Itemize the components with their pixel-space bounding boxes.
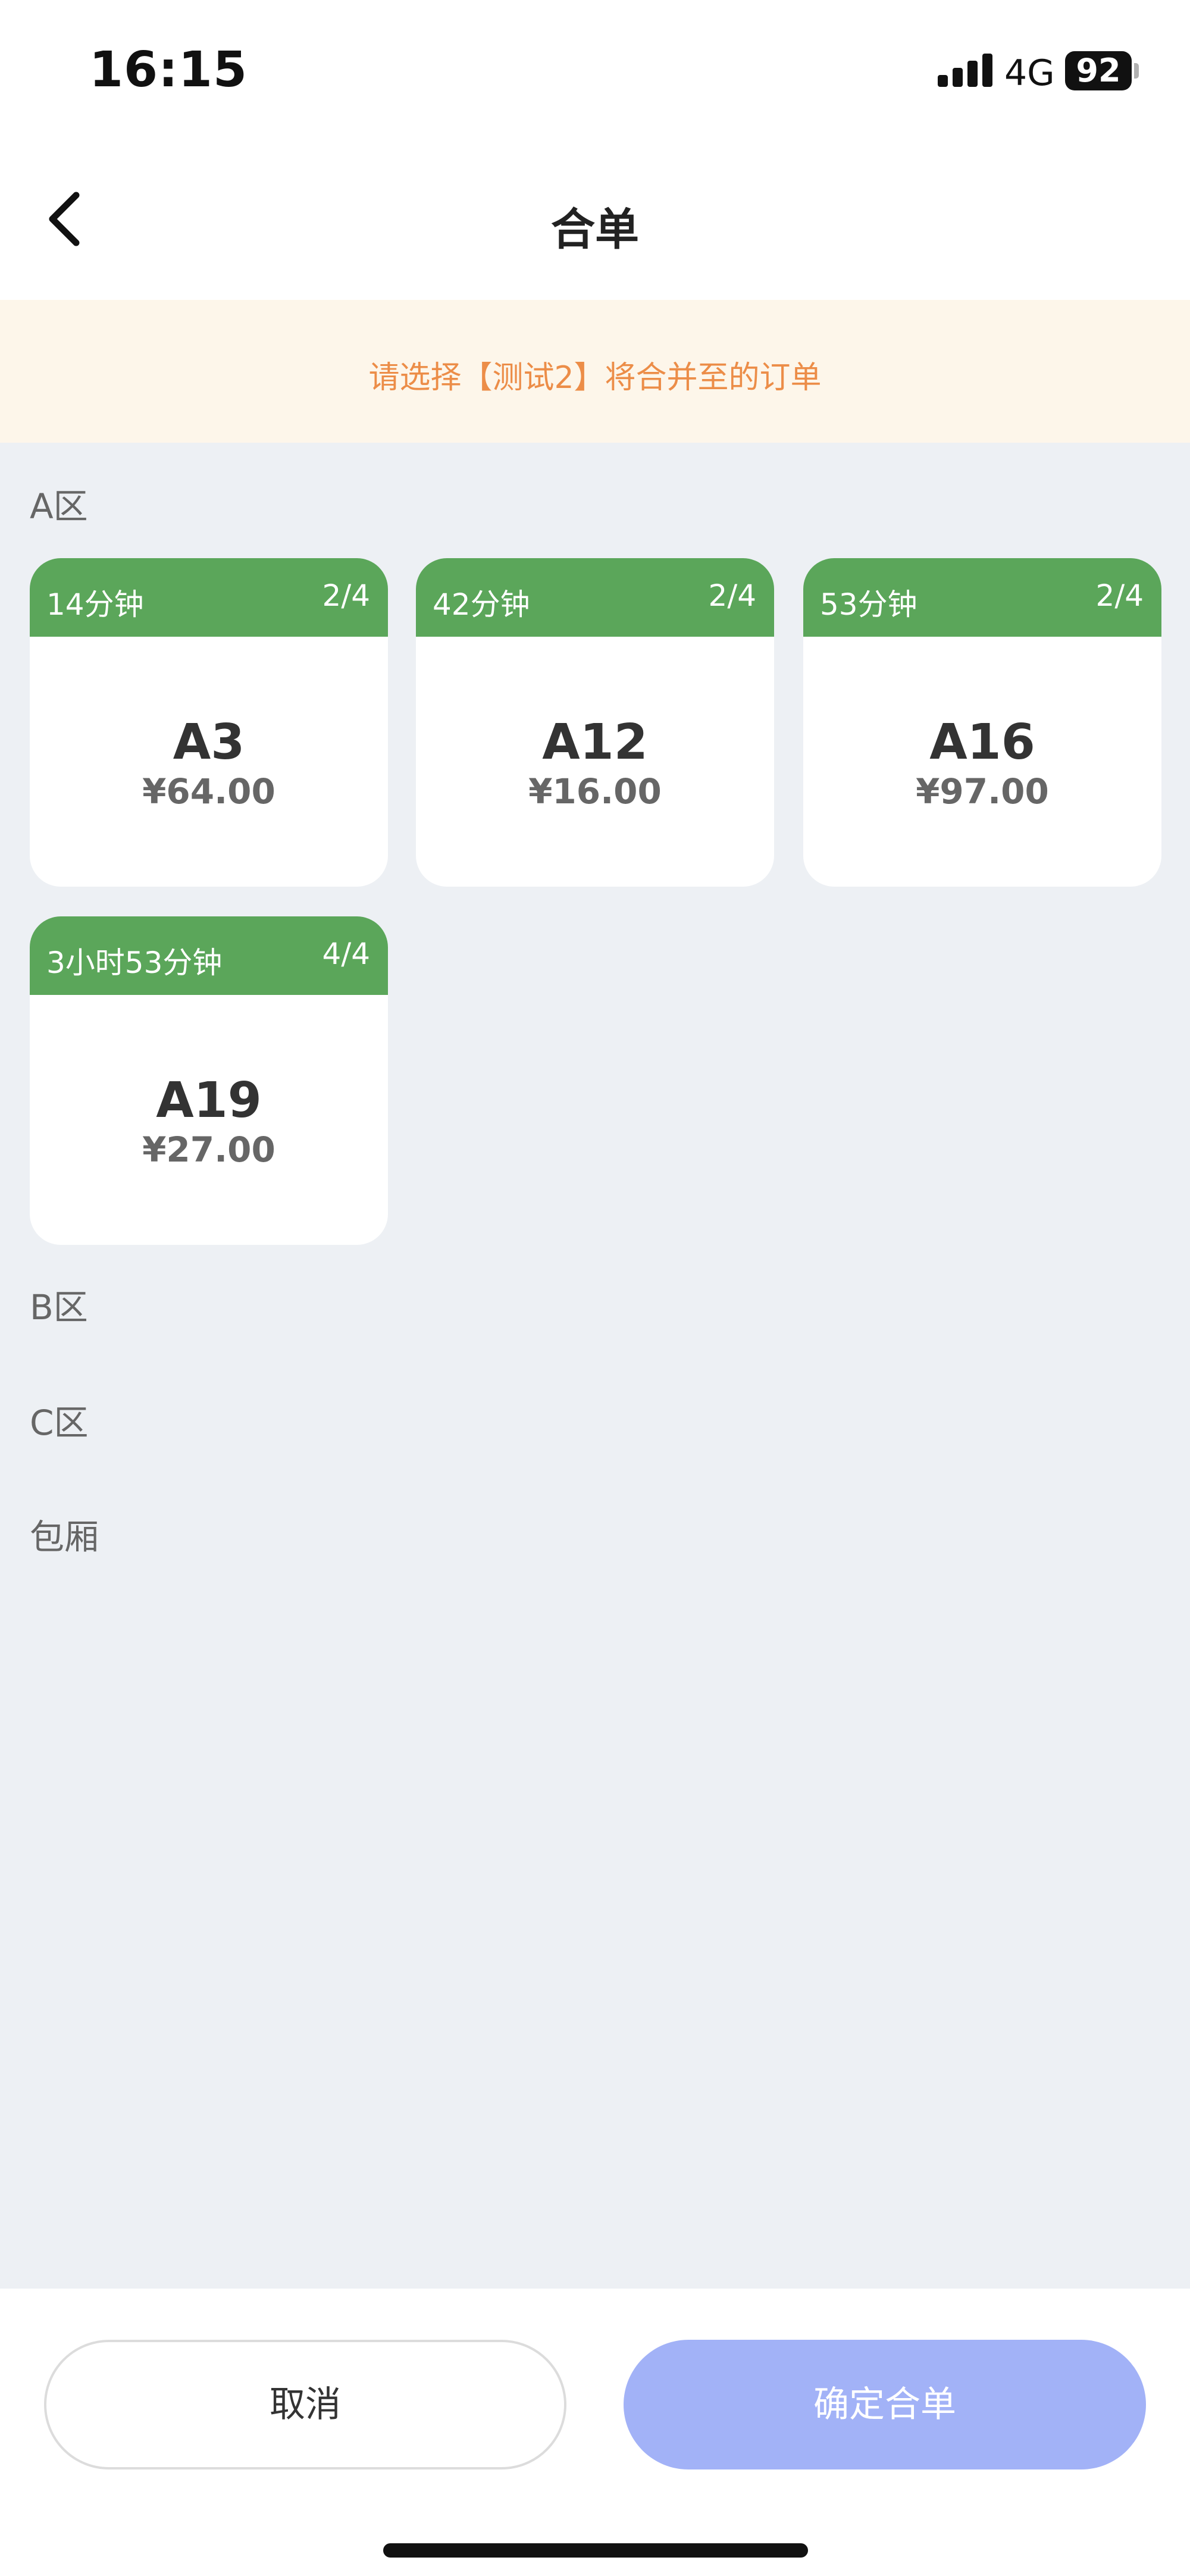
home-indicator (383, 2543, 808, 2558)
table-card-a3[interactable]: 14分钟 2/4 A3 ¥64.00 (30, 558, 388, 887)
card-price: ¥27.00 (142, 1129, 275, 1170)
card-table-name: A3 (173, 714, 245, 771)
card-seats: 2/4 (708, 578, 756, 613)
table-card-a16[interactable]: 53分钟 2/4 A16 ¥97.00 (803, 558, 1161, 887)
nav-bar: 合单 (0, 143, 1190, 300)
card-duration: 42分钟 (433, 587, 530, 622)
status-time: 16:15 (89, 42, 248, 98)
card-price: ¥64.00 (142, 771, 275, 812)
page-title: 合单 (551, 204, 639, 255)
zone-label-c: C区 (30, 1403, 89, 1443)
card-seats: 2/4 (1095, 578, 1144, 613)
notice-banner: 请选择【测试2】将合并至的订单 (0, 300, 1190, 443)
table-card-a12[interactable]: 42分钟 2/4 A12 ¥16.00 (416, 558, 774, 887)
card-seats: 2/4 (322, 578, 370, 613)
cancel-button[interactable]: 取消 (44, 2340, 566, 2469)
card-price: ¥16.00 (528, 771, 662, 812)
zone-label-private-room: 包厢 (30, 1517, 99, 1557)
table-card-a19[interactable]: 3小时53分钟 4/4 A19 ¥27.00 (30, 916, 388, 1245)
battery-icon: 92 (1065, 51, 1132, 90)
card-header: 53分钟 2/4 (803, 558, 1161, 637)
card-seats: 4/4 (322, 937, 370, 971)
status-bar: 16:15 4G 92 (0, 0, 1190, 143)
card-table-name: A19 (156, 1072, 262, 1129)
zone-label-a: A区 (30, 486, 88, 527)
bottom-action-bar: 取消 确定合单 (0, 2289, 1190, 2576)
merge-order-screen: 16:15 4G 92 合单 请选择【测试2】将合并至的订单 A区 14分钟 2… (0, 0, 1190, 2576)
network-type: 4G (1004, 52, 1055, 94)
card-table-name: A12 (542, 714, 648, 771)
card-price: ¥97.00 (916, 771, 1049, 812)
zone-label-b: B区 (30, 1287, 88, 1328)
signal-icon (938, 54, 992, 87)
notice-text: 请选择【测试2】将合并至的订单 (368, 360, 822, 396)
card-duration: 14分钟 (46, 587, 144, 622)
card-duration: 53分钟 (820, 587, 917, 622)
card-header: 42分钟 2/4 (416, 558, 774, 637)
confirm-merge-button[interactable]: 确定合单 (624, 2340, 1146, 2469)
card-table-name: A16 (929, 714, 1035, 771)
card-duration: 3小时53分钟 (46, 946, 223, 980)
card-header: 14分钟 2/4 (30, 558, 388, 637)
card-header: 3小时53分钟 4/4 (30, 916, 388, 995)
battery-tip (1134, 63, 1139, 79)
